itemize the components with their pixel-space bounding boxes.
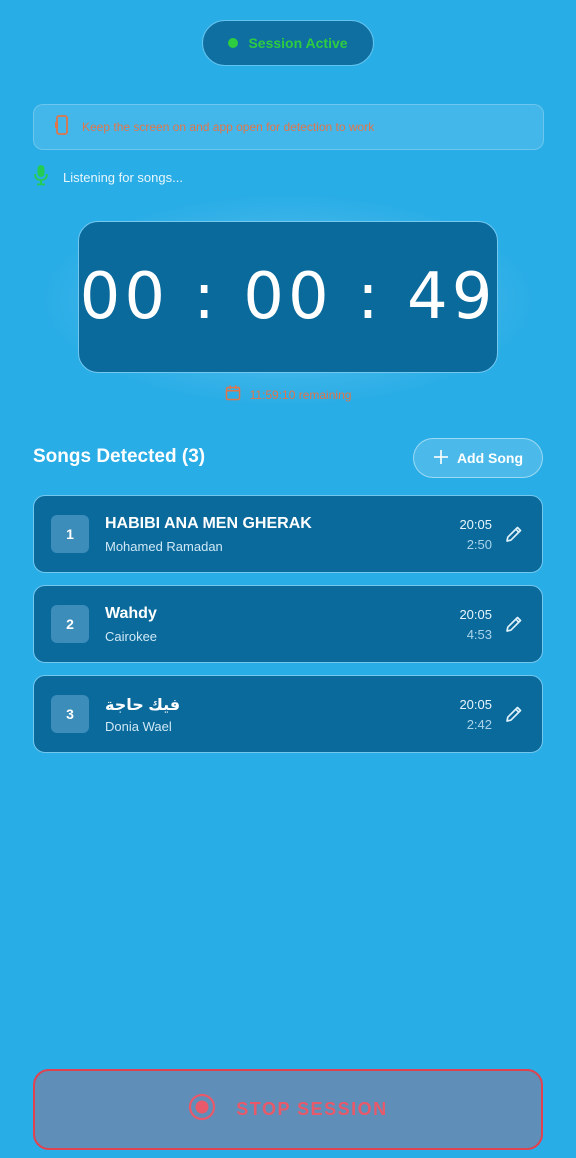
session-status-pill: Session Active [202, 20, 374, 66]
add-song-label: Add Song [456, 450, 524, 466]
listening-text: Listening for songs... [63, 169, 183, 185]
songs-detected-title: Songs Detected (3) [33, 446, 206, 467]
song-title: فيك حاجة [105, 697, 181, 714]
song-duration: 2:50 [466, 537, 492, 552]
edit-pencil-icon[interactable] [504, 704, 524, 724]
song-title: Wahdy [105, 605, 157, 622]
add-song-button[interactable]: Add Song [413, 438, 543, 478]
edit-pencil-icon[interactable] [504, 614, 524, 634]
record-stop-icon [188, 1093, 216, 1126]
song-card[interactable]: 3 فيك حاجة Donia Wael 20:05 2:42 [33, 675, 543, 753]
song-title: HABIBI ANA MEN GHERAK [105, 515, 312, 532]
plus-icon [433, 449, 449, 468]
status-dot-icon [228, 38, 239, 48]
song-duration: 2:42 [466, 717, 492, 732]
time-remaining: 11:59:10 remaining [0, 384, 576, 406]
remaining-text: 11:59:10 remaining [249, 388, 352, 402]
stop-session-label: STOP SESSION [236, 1099, 388, 1119]
session-status-label: Session Active [248, 35, 348, 51]
session-timer: 00 : 00 : 49 [78, 221, 498, 373]
warning-text: Keep the screen on and app open for dete… [82, 120, 375, 134]
song-artist: Mohamed Ramadan [105, 539, 223, 554]
song-detected-time: 20:05 [459, 517, 492, 532]
timer-display: 00 : 00 : 49 [79, 260, 497, 334]
song-index: 3 [51, 695, 89, 733]
song-index: 2 [51, 605, 89, 643]
song-detected-time: 20:05 [459, 697, 492, 712]
screen-on-warning-banner: Keep the screen on and app open for dete… [33, 104, 544, 150]
edit-pencil-icon[interactable] [504, 524, 524, 544]
song-card[interactable]: 1 HABIBI ANA MEN GHERAK Mohamed Ramadan … [33, 495, 543, 573]
phone-icon [54, 114, 70, 140]
stop-session-button[interactable]: STOP SESSION [33, 1069, 543, 1150]
calendar-icon [225, 385, 241, 406]
song-duration: 4:53 [466, 627, 492, 642]
song-artist: Donia Wael [105, 719, 172, 734]
song-artist: Cairokee [105, 629, 158, 644]
song-card[interactable]: 2 Wahdy Cairokee 20:05 4:53 [33, 585, 543, 663]
song-detected-time: 20:05 [459, 607, 492, 622]
song-index: 1 [51, 515, 89, 553]
